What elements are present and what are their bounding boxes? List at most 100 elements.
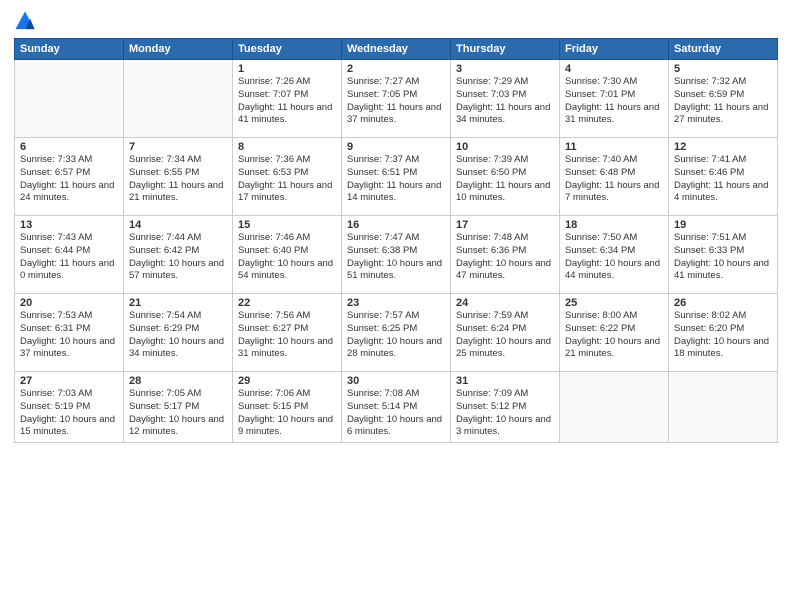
day-number: 9 <box>347 141 445 153</box>
day-cell-16: 16Sunrise: 7:47 AMSunset: 6:38 PMDayligh… <box>342 216 451 294</box>
day-cell-22: 22Sunrise: 7:56 AMSunset: 6:27 PMDayligh… <box>233 294 342 372</box>
day-number: 12 <box>674 141 772 153</box>
day-number: 6 <box>20 141 118 153</box>
day-number: 14 <box>129 219 227 231</box>
day-number: 18 <box>565 219 663 231</box>
day-info: Sunrise: 7:03 AMSunset: 5:19 PMDaylight:… <box>20 388 118 439</box>
day-number: 23 <box>347 297 445 309</box>
day-info: Sunrise: 7:41 AMSunset: 6:46 PMDaylight:… <box>674 154 772 205</box>
day-cell-11: 11Sunrise: 7:40 AMSunset: 6:48 PMDayligh… <box>560 138 669 216</box>
day-info: Sunrise: 7:57 AMSunset: 6:25 PMDaylight:… <box>347 310 445 361</box>
day-cell-3: 3Sunrise: 7:29 AMSunset: 7:03 PMDaylight… <box>451 60 560 138</box>
day-info: Sunrise: 7:30 AMSunset: 7:01 PMDaylight:… <box>565 76 663 127</box>
day-cell-6: 6Sunrise: 7:33 AMSunset: 6:57 PMDaylight… <box>15 138 124 216</box>
day-info: Sunrise: 7:08 AMSunset: 5:14 PMDaylight:… <box>347 388 445 439</box>
day-info: Sunrise: 7:34 AMSunset: 6:55 PMDaylight:… <box>129 154 227 205</box>
logo <box>14 10 38 32</box>
day-info: Sunrise: 7:47 AMSunset: 6:38 PMDaylight:… <box>347 232 445 283</box>
day-cell-1: 1Sunrise: 7:26 AMSunset: 7:07 PMDaylight… <box>233 60 342 138</box>
day-info: Sunrise: 7:05 AMSunset: 5:17 PMDaylight:… <box>129 388 227 439</box>
day-info: Sunrise: 7:39 AMSunset: 6:50 PMDaylight:… <box>456 154 554 205</box>
day-cell-17: 17Sunrise: 7:48 AMSunset: 6:36 PMDayligh… <box>451 216 560 294</box>
day-cell-10: 10Sunrise: 7:39 AMSunset: 6:50 PMDayligh… <box>451 138 560 216</box>
empty-cell <box>124 60 233 138</box>
day-number: 3 <box>456 63 554 75</box>
day-number: 31 <box>456 375 554 387</box>
day-cell-20: 20Sunrise: 7:53 AMSunset: 6:31 PMDayligh… <box>15 294 124 372</box>
week-row-3: 13Sunrise: 7:43 AMSunset: 6:44 PMDayligh… <box>15 216 778 294</box>
day-info: Sunrise: 7:27 AMSunset: 7:05 PMDaylight:… <box>347 76 445 127</box>
day-info: Sunrise: 8:02 AMSunset: 6:20 PMDaylight:… <box>674 310 772 361</box>
weekday-saturday: Saturday <box>669 39 778 60</box>
day-number: 5 <box>674 63 772 75</box>
day-number: 8 <box>238 141 336 153</box>
day-cell-21: 21Sunrise: 7:54 AMSunset: 6:29 PMDayligh… <box>124 294 233 372</box>
day-cell-29: 29Sunrise: 7:06 AMSunset: 5:15 PMDayligh… <box>233 372 342 443</box>
day-info: Sunrise: 7:44 AMSunset: 6:42 PMDaylight:… <box>129 232 227 283</box>
weekday-friday: Friday <box>560 39 669 60</box>
day-number: 2 <box>347 63 445 75</box>
day-number: 7 <box>129 141 227 153</box>
day-info: Sunrise: 7:37 AMSunset: 6:51 PMDaylight:… <box>347 154 445 205</box>
day-info: Sunrise: 7:40 AMSunset: 6:48 PMDaylight:… <box>565 154 663 205</box>
day-cell-15: 15Sunrise: 7:46 AMSunset: 6:40 PMDayligh… <box>233 216 342 294</box>
day-number: 26 <box>674 297 772 309</box>
day-number: 11 <box>565 141 663 153</box>
day-number: 4 <box>565 63 663 75</box>
day-number: 22 <box>238 297 336 309</box>
day-cell-8: 8Sunrise: 7:36 AMSunset: 6:53 PMDaylight… <box>233 138 342 216</box>
logo-icon <box>14 10 36 32</box>
day-cell-5: 5Sunrise: 7:32 AMSunset: 6:59 PMDaylight… <box>669 60 778 138</box>
day-info: Sunrise: 7:59 AMSunset: 6:24 PMDaylight:… <box>456 310 554 361</box>
day-cell-28: 28Sunrise: 7:05 AMSunset: 5:17 PMDayligh… <box>124 372 233 443</box>
day-cell-12: 12Sunrise: 7:41 AMSunset: 6:46 PMDayligh… <box>669 138 778 216</box>
weekday-thursday: Thursday <box>451 39 560 60</box>
day-cell-24: 24Sunrise: 7:59 AMSunset: 6:24 PMDayligh… <box>451 294 560 372</box>
week-row-1: 1Sunrise: 7:26 AMSunset: 7:07 PMDaylight… <box>15 60 778 138</box>
day-number: 16 <box>347 219 445 231</box>
weekday-wednesday: Wednesday <box>342 39 451 60</box>
day-number: 15 <box>238 219 336 231</box>
week-row-2: 6Sunrise: 7:33 AMSunset: 6:57 PMDaylight… <box>15 138 778 216</box>
day-number: 27 <box>20 375 118 387</box>
day-info: Sunrise: 7:26 AMSunset: 7:07 PMDaylight:… <box>238 76 336 127</box>
day-info: Sunrise: 7:36 AMSunset: 6:53 PMDaylight:… <box>238 154 336 205</box>
day-info: Sunrise: 8:00 AMSunset: 6:22 PMDaylight:… <box>565 310 663 361</box>
day-info: Sunrise: 7:56 AMSunset: 6:27 PMDaylight:… <box>238 310 336 361</box>
day-cell-7: 7Sunrise: 7:34 AMSunset: 6:55 PMDaylight… <box>124 138 233 216</box>
day-number: 30 <box>347 375 445 387</box>
day-cell-27: 27Sunrise: 7:03 AMSunset: 5:19 PMDayligh… <box>15 372 124 443</box>
day-info: Sunrise: 7:33 AMSunset: 6:57 PMDaylight:… <box>20 154 118 205</box>
day-number: 10 <box>456 141 554 153</box>
weekday-sunday: Sunday <box>15 39 124 60</box>
empty-cell <box>15 60 124 138</box>
day-info: Sunrise: 7:09 AMSunset: 5:12 PMDaylight:… <box>456 388 554 439</box>
day-cell-25: 25Sunrise: 8:00 AMSunset: 6:22 PMDayligh… <box>560 294 669 372</box>
day-number: 25 <box>565 297 663 309</box>
day-number: 28 <box>129 375 227 387</box>
empty-cell <box>560 372 669 443</box>
day-info: Sunrise: 7:46 AMSunset: 6:40 PMDaylight:… <box>238 232 336 283</box>
day-number: 1 <box>238 63 336 75</box>
day-number: 24 <box>456 297 554 309</box>
calendar-page: SundayMondayTuesdayWednesdayThursdayFrid… <box>0 0 792 612</box>
day-number: 21 <box>129 297 227 309</box>
day-cell-4: 4Sunrise: 7:30 AMSunset: 7:01 PMDaylight… <box>560 60 669 138</box>
day-cell-31: 31Sunrise: 7:09 AMSunset: 5:12 PMDayligh… <box>451 372 560 443</box>
day-info: Sunrise: 7:06 AMSunset: 5:15 PMDaylight:… <box>238 388 336 439</box>
day-cell-13: 13Sunrise: 7:43 AMSunset: 6:44 PMDayligh… <box>15 216 124 294</box>
day-info: Sunrise: 7:48 AMSunset: 6:36 PMDaylight:… <box>456 232 554 283</box>
week-row-4: 20Sunrise: 7:53 AMSunset: 6:31 PMDayligh… <box>15 294 778 372</box>
day-cell-9: 9Sunrise: 7:37 AMSunset: 6:51 PMDaylight… <box>342 138 451 216</box>
day-info: Sunrise: 7:51 AMSunset: 6:33 PMDaylight:… <box>674 232 772 283</box>
day-cell-19: 19Sunrise: 7:51 AMSunset: 6:33 PMDayligh… <box>669 216 778 294</box>
day-number: 13 <box>20 219 118 231</box>
day-number: 29 <box>238 375 336 387</box>
day-cell-2: 2Sunrise: 7:27 AMSunset: 7:05 PMDaylight… <box>342 60 451 138</box>
day-info: Sunrise: 7:32 AMSunset: 6:59 PMDaylight:… <box>674 76 772 127</box>
weekday-header-row: SundayMondayTuesdayWednesdayThursdayFrid… <box>15 39 778 60</box>
calendar-table: SundayMondayTuesdayWednesdayThursdayFrid… <box>14 38 778 443</box>
day-cell-14: 14Sunrise: 7:44 AMSunset: 6:42 PMDayligh… <box>124 216 233 294</box>
day-info: Sunrise: 7:54 AMSunset: 6:29 PMDaylight:… <box>129 310 227 361</box>
day-info: Sunrise: 7:29 AMSunset: 7:03 PMDaylight:… <box>456 76 554 127</box>
